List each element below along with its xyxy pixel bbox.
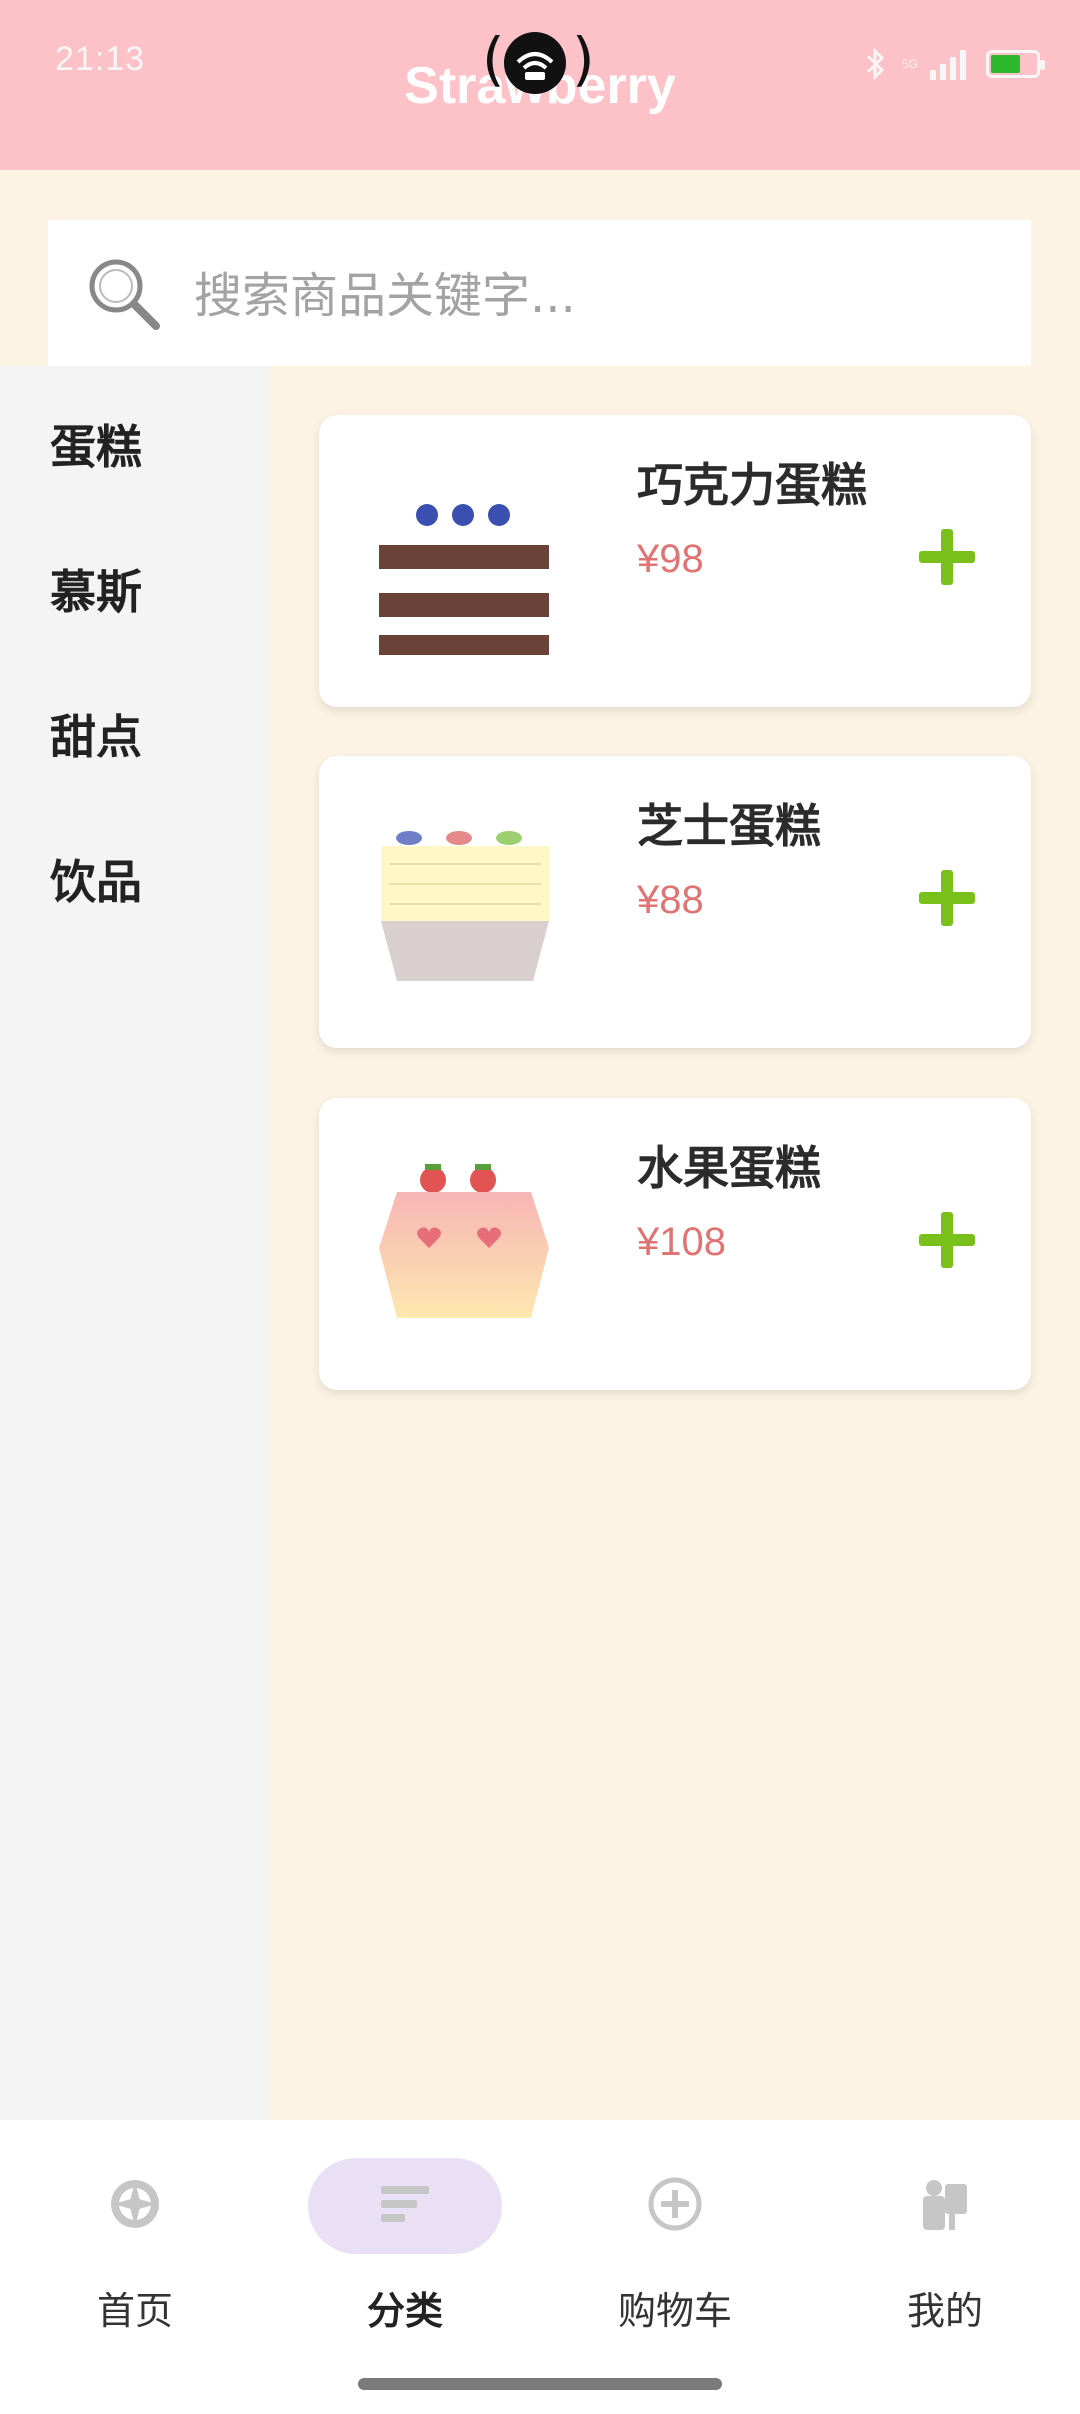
home-indicator[interactable] bbox=[358, 2378, 722, 2390]
product-card[interactable]: 水果蛋糕 ¥108 bbox=[319, 1098, 1031, 1390]
camera-cutout: ( ) bbox=[482, 25, 595, 94]
tab-label: 购物车 bbox=[617, 2289, 732, 2333]
add-to-cart-icon[interactable] bbox=[915, 866, 979, 930]
product-price: ¥98 bbox=[637, 537, 704, 581]
cheese-cake-icon bbox=[381, 831, 549, 981]
chocolate-cake-icon bbox=[379, 504, 549, 655]
bluetooth-icon bbox=[866, 47, 885, 81]
sidebar-item-mousse[interactable]: 慕斯 bbox=[50, 556, 142, 622]
app-header: 21:13 Strawberry ( ) 5G bbox=[0, 0, 1080, 170]
product-name: 巧克力蛋糕 bbox=[637, 458, 867, 512]
status-icons: 5G bbox=[862, 44, 1045, 84]
add-to-cart-icon[interactable] bbox=[915, 525, 979, 589]
product-name: 水果蛋糕 bbox=[637, 1141, 821, 1195]
product-card[interactable]: 巧克力蛋糕 ¥98 bbox=[319, 415, 1031, 707]
category-sidebar: 蛋糕 慕斯 甜点 饮品 bbox=[0, 366, 270, 2120]
search-bar[interactable] bbox=[48, 220, 1031, 366]
search-input[interactable] bbox=[192, 260, 996, 332]
signal-icon bbox=[930, 50, 966, 80]
sidebar-item-cake[interactable]: 蛋糕 bbox=[50, 411, 142, 477]
product-card[interactable]: 芝士蛋糕 ¥88 bbox=[319, 756, 1031, 1048]
tab-label: 分类 bbox=[366, 2289, 443, 2333]
bottom-tab-bar: 首页 分类 购物车 我的 bbox=[0, 2120, 1080, 2414]
product-name: 芝士蛋糕 bbox=[637, 799, 821, 853]
add-to-cart-icon[interactable] bbox=[915, 1208, 979, 1272]
network-type: 5G bbox=[901, 57, 918, 71]
tab-label: 我的 bbox=[906, 2289, 983, 2333]
plus-circle-icon bbox=[648, 2177, 702, 2231]
tab-label: 首页 bbox=[96, 2289, 173, 2333]
tab-profile[interactable]: 我的 bbox=[810, 2120, 1080, 2414]
tab-category[interactable]: 分类 bbox=[270, 2120, 540, 2414]
fruit-cake-icon bbox=[379, 1164, 549, 1318]
tab-cart[interactable]: 购物车 bbox=[540, 2120, 810, 2414]
product-price: ¥88 bbox=[637, 878, 704, 922]
sidebar-item-drinks[interactable]: 饮品 bbox=[50, 846, 142, 912]
hotspot-icon bbox=[516, 52, 554, 80]
product-price: ¥108 bbox=[637, 1220, 726, 1264]
battery-icon bbox=[986, 50, 1045, 78]
search-icon bbox=[89, 259, 160, 330]
tab-home[interactable]: 首页 bbox=[0, 2120, 270, 2414]
compass-icon bbox=[111, 2180, 159, 2228]
user-icon bbox=[923, 2180, 967, 2230]
sidebar-item-dessert[interactable]: 甜点 bbox=[50, 701, 142, 767]
category-list-icon bbox=[381, 2186, 429, 2222]
